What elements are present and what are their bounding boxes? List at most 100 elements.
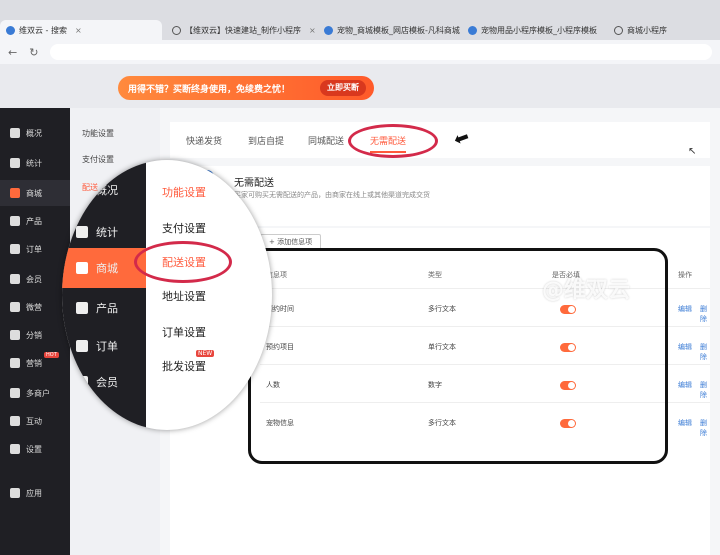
magnified-subnav-wholesale[interactable]: 批发设置 (162, 358, 206, 374)
merchant-icon (10, 388, 20, 398)
site-favicon-icon (324, 25, 333, 35)
sidebar-item-stats[interactable]: 统计 (0, 150, 70, 176)
overview-icon (10, 128, 20, 138)
sidebar-item-label: 多商户 (26, 388, 50, 398)
card-description: 买家可购买无需配送的产品，由商家在线上或其他渠道完成交货 (234, 191, 430, 199)
sidebar-item-label: 订单 (26, 244, 42, 254)
magnifier-overlay: 概况 统计 商城 产品 订单 会员 功能设置 支付设置 配送设置 地址设置 订单… (62, 160, 272, 430)
delete-link[interactable]: 删除 (700, 418, 710, 438)
sidebar-item-label: 营销 (26, 358, 42, 368)
sidebar-item-label: 互动 (26, 416, 42, 426)
magnified-sidebar-overview[interactable]: 概况 (76, 182, 118, 198)
magnified-label: 产品 (96, 302, 118, 315)
product-icon (10, 216, 20, 226)
wechat-icon (10, 302, 20, 312)
sidebar-item-label: 商城 (26, 188, 42, 198)
flag-icon (10, 358, 20, 368)
url-input[interactable] (50, 44, 712, 60)
close-icon[interactable]: × (309, 26, 316, 35)
interaction-icon (10, 416, 20, 426)
chart-icon (76, 226, 88, 238)
magnified-sidebar-products[interactable]: 产品 (76, 300, 118, 316)
sidebar: 概况 统计 商城 产品 订单 会员 微营 分销 营销 HOT 多商户 互动 设置 … (0, 108, 70, 555)
new-badge: NEW (196, 350, 215, 357)
magnified-subnav-payment[interactable]: 支付设置 (162, 220, 206, 236)
sidebar-item-distribution[interactable]: 分销 (0, 322, 70, 348)
browser-tab-weishuangyun[interactable]: 【维双云】快速建站_制作小程序 × (166, 20, 316, 40)
magnified-subnav-function[interactable]: 功能设置 (162, 184, 206, 200)
magnified-subnav-order[interactable]: 订单设置 (162, 324, 206, 340)
sidebar-item-overview[interactable]: 概况 (0, 120, 70, 146)
buyout-button[interactable]: 立即买断 (320, 80, 366, 96)
sidebar-item-wechat[interactable]: 微营 (0, 294, 70, 320)
sidebar-item-label: 会员 (26, 274, 42, 284)
sidebar-item-label: 应用 (26, 488, 42, 498)
site-favicon-icon (468, 25, 477, 35)
tab-label: 维双云 - 搜索 (19, 25, 67, 35)
column-header-operations: 操作 (678, 271, 692, 279)
edit-link[interactable]: 编辑 (678, 342, 692, 352)
sidebar-item-interaction[interactable]: 互动 (0, 408, 70, 434)
promo-text: 用得不错？买断终身使用，免续费之忧！ (128, 84, 291, 95)
globe-icon (172, 25, 181, 35)
delete-link[interactable]: 删除 (700, 380, 710, 400)
browser-tab-mall[interactable]: 商城小程序 (608, 20, 718, 40)
order-icon (10, 244, 20, 254)
back-icon[interactable]: ← (8, 46, 17, 59)
sidebar-item-label: 概况 (26, 128, 42, 138)
browser-tab-pet-miniapp[interactable]: 宠物用品小程序模板_小程序模板 × (462, 20, 606, 40)
edit-link[interactable]: 编辑 (678, 380, 692, 390)
distribution-icon (10, 330, 20, 340)
sidebar-item-orders[interactable]: 订单 (0, 236, 70, 262)
sidebar-item-mall[interactable]: 商城 (0, 180, 70, 206)
mouse-cursor-icon: ↖ (688, 146, 697, 157)
apps-icon (10, 488, 20, 498)
tab-label: 商城小程序 (627, 25, 667, 35)
magnified-sidebar-stats[interactable]: 统计 (76, 224, 118, 240)
browser-tab-bar: 维双云 - 搜索 × 【维双云】快速建站_制作小程序 × 宠物_商城模板_网店模… (0, 0, 720, 44)
shop-icon (76, 262, 88, 274)
delete-link[interactable]: 删除 (700, 342, 710, 362)
overview-icon (76, 184, 88, 196)
magnified-sidebar-orders[interactable]: 订单 (76, 338, 118, 354)
browser-tab-pet-template[interactable]: 宠物_商城模板_网店模板-凡科商城 (318, 20, 460, 40)
product-icon (76, 302, 88, 314)
chart-icon (10, 158, 20, 168)
edit-link[interactable]: 编辑 (678, 304, 692, 314)
address-bar: ← ↻ (0, 40, 720, 64)
tab-self-pickup[interactable]: 到店自提 (248, 134, 284, 147)
magnified-label: 商城 (96, 262, 118, 275)
sidebar-item-apps[interactable]: 应用 (0, 480, 70, 506)
sidebar-item-settings[interactable]: 设置 (0, 436, 70, 462)
tab-local-delivery[interactable]: 同城配送 (308, 134, 344, 147)
hot-badge: HOT (44, 352, 59, 358)
order-icon (76, 340, 88, 352)
tab-label: 宠物_商城模板_网店模板-凡科商城 (337, 25, 460, 35)
magnified-sidebar-members[interactable]: 会员 (76, 374, 118, 390)
magnified-label: 统计 (96, 226, 118, 239)
site-favicon-icon (6, 25, 15, 35)
sidebar-item-products[interactable]: 产品 (0, 208, 70, 234)
tab-label: 【维双云】快速建站_制作小程序 (185, 25, 301, 35)
sidebar-item-multi-merchant[interactable]: 多商户 (0, 380, 70, 406)
delete-link[interactable]: 删除 (700, 304, 710, 324)
tab-express[interactable]: 快递发货 (186, 134, 222, 147)
close-icon[interactable]: × (75, 26, 82, 35)
sidebar-item-members[interactable]: 会员 (0, 266, 70, 292)
close-icon[interactable]: × (605, 26, 606, 35)
card-title: 无需配送 (234, 178, 274, 189)
promo-banner[interactable]: 用得不错？买断终身使用，免续费之忧！ 立即买断 (118, 76, 374, 100)
crown-icon (76, 376, 88, 388)
reload-icon[interactable]: ↻ (29, 46, 38, 59)
subnav-function-settings[interactable]: 功能设置 (82, 128, 114, 139)
browser-tab-search[interactable]: 维双云 - 搜索 × (0, 20, 162, 40)
highlight-box (248, 248, 668, 464)
sidebar-item-label: 微营 (26, 302, 42, 312)
magnified-subnav-address[interactable]: 地址设置 (162, 288, 206, 304)
sidebar-item-marketing[interactable]: 营销 HOT (0, 350, 70, 376)
magnified-label: 会员 (96, 376, 118, 389)
highlight-ring (134, 241, 232, 283)
magnified-sidebar-mall[interactable]: 商城 (62, 248, 146, 288)
edit-link[interactable]: 编辑 (678, 418, 692, 428)
tab-label: 宠物用品小程序模板_小程序模板 (481, 25, 597, 35)
